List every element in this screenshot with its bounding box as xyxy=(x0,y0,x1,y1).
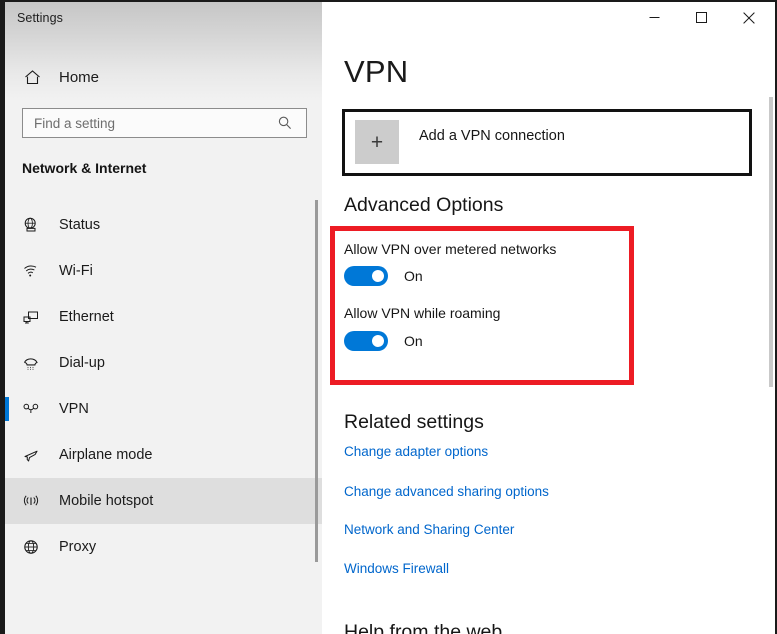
airplane-icon xyxy=(19,446,43,464)
sidebar-item-airplane-mode-label: Airplane mode xyxy=(59,447,153,463)
settings-window: Settings Home Network & Internet xyxy=(0,0,777,634)
hotspot-broadcast-icon xyxy=(19,492,43,510)
related-settings-heading: Related settings xyxy=(344,411,484,434)
sidebar-item-proxy[interactable]: Proxy xyxy=(5,524,322,570)
sidebar-item-vpn[interactable]: VPN xyxy=(5,386,322,432)
search-input[interactable] xyxy=(23,110,271,136)
minimize-button[interactable] xyxy=(631,2,678,33)
metered-networks-toggle[interactable] xyxy=(344,266,388,286)
home-icon xyxy=(21,69,43,86)
link-change-advanced-sharing-options[interactable]: Change advanced sharing options xyxy=(344,484,549,499)
metered-networks-label: Allow VPN over metered networks xyxy=(344,241,556,257)
page-title: VPN xyxy=(344,54,408,90)
add-vpn-connection-button[interactable]: + Add a VPN connection xyxy=(342,109,752,176)
close-button[interactable] xyxy=(725,2,772,33)
sidebar-item-dialup-label: Dial-up xyxy=(59,355,105,371)
globe-icon xyxy=(19,538,43,556)
sidebar-item-mobile-hotspot-label: Mobile hotspot xyxy=(59,493,153,509)
add-vpn-connection-label: Add a VPN connection xyxy=(419,128,565,144)
sidebar: Settings Home Network & Internet xyxy=(5,2,322,634)
sidebar-section-title: Network & Internet xyxy=(22,160,146,176)
status-globe-monitor-icon xyxy=(19,216,43,234)
sidebar-item-status-label: Status xyxy=(59,217,100,233)
toggle-knob xyxy=(372,335,384,347)
sidebar-item-mobile-hotspot[interactable]: Mobile hotspot xyxy=(5,478,322,524)
sidebar-item-home[interactable]: Home xyxy=(5,62,322,92)
sidebar-nav: Status Wi-Fi xyxy=(5,202,322,570)
help-from-the-web-heading: Help from the web xyxy=(344,621,502,634)
link-windows-firewall[interactable]: Windows Firewall xyxy=(344,561,449,576)
roaming-toggle-row: On xyxy=(344,331,423,351)
sidebar-item-wifi[interactable]: Wi-Fi xyxy=(5,248,322,294)
sidebar-item-status[interactable]: Status xyxy=(5,202,322,248)
window-controls xyxy=(631,2,772,33)
vpn-key-icon xyxy=(19,400,43,418)
sidebar-item-vpn-label: VPN xyxy=(59,401,89,417)
sidebar-scrollbar[interactable] xyxy=(315,200,318,562)
sidebar-item-ethernet[interactable]: Ethernet xyxy=(5,294,322,340)
sidebar-item-airplane-mode[interactable]: Airplane mode xyxy=(5,432,322,478)
wifi-icon xyxy=(19,262,43,280)
sidebar-item-proxy-label: Proxy xyxy=(59,539,96,555)
metered-networks-state: On xyxy=(404,268,423,284)
roaming-state: On xyxy=(404,333,423,349)
sidebar-item-ethernet-label: Ethernet xyxy=(59,309,114,325)
link-network-and-sharing-center[interactable]: Network and Sharing Center xyxy=(344,522,514,537)
search-icon[interactable] xyxy=(271,115,299,131)
search-box[interactable] xyxy=(22,108,307,138)
plus-icon: + xyxy=(355,120,399,164)
sidebar-item-dialup[interactable]: Dial-up xyxy=(5,340,322,386)
toggle-knob xyxy=(372,270,384,282)
advanced-options-heading: Advanced Options xyxy=(344,194,503,217)
window-title: Settings xyxy=(17,11,63,25)
metered-networks-toggle-row: On xyxy=(344,266,423,286)
maximize-button[interactable] xyxy=(678,2,725,33)
sidebar-item-wifi-label: Wi-Fi xyxy=(59,263,93,279)
content-scrollbar[interactable] xyxy=(769,97,773,387)
ethernet-icon xyxy=(19,308,43,326)
roaming-label: Allow VPN while roaming xyxy=(344,305,500,321)
dialup-phone-icon xyxy=(19,354,43,372)
selection-indicator xyxy=(5,397,9,421)
sidebar-item-home-label: Home xyxy=(59,69,99,86)
content-pane: VPN + Add a VPN connection Advanced Opti… xyxy=(322,2,775,634)
link-change-adapter-options[interactable]: Change adapter options xyxy=(344,444,488,459)
roaming-toggle[interactable] xyxy=(344,331,388,351)
